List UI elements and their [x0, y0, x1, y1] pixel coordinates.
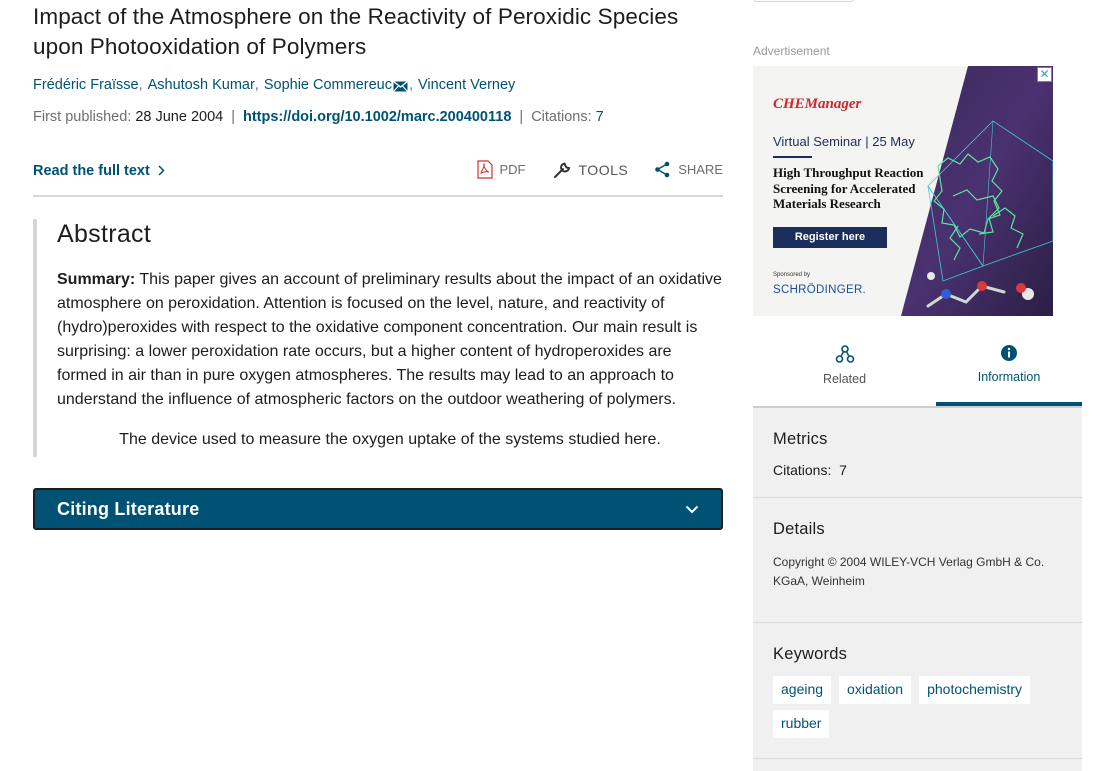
abstract-summary: Summary: This paper gives an account of … [57, 268, 723, 412]
pdf-label: PDF [499, 162, 526, 177]
ad-headline: High Throughput Reaction Screening for A… [773, 165, 924, 211]
article-main: Impact of the Atmosphere on the Reactivi… [33, 0, 723, 530]
ad-brand: CHEManager [773, 96, 862, 112]
wrench-icon [553, 161, 570, 178]
tab-information-label: Information [977, 370, 1041, 384]
article-actions: Read the full text PDF TOOLS SHARE [33, 160, 723, 182]
article-title: Impact of the Atmosphere on the Reactivi… [33, 4, 679, 59]
citing-literature-label: Citing Literature [57, 498, 200, 519]
read-full-text-label: Read the full text [33, 163, 150, 179]
keyword-tag[interactable]: ageing [773, 676, 832, 704]
separator: | [231, 109, 235, 125]
ad-underline [773, 156, 812, 158]
keyword-list: ageing oxidation photochemistry rubber [773, 676, 1062, 738]
figure-caption: The device used to measure the oxygen up… [119, 431, 661, 448]
doi-link[interactable]: https://doi.org/10.1002/marc.200400118 [243, 109, 511, 125]
summary-label: Summary: [57, 271, 136, 288]
sidebar-tabs: Related Information [753, 344, 1082, 406]
read-full-text-link[interactable]: Read the full text [33, 163, 165, 179]
tools-label: TOOLS [578, 161, 629, 178]
pdf-icon [476, 160, 493, 179]
close-icon[interactable]: ✕ [1037, 67, 1052, 82]
keywords-section: Keywords ageing oxidation photochemistry… [753, 623, 1082, 759]
publication-info: First published: 28 June 2004 | https://… [33, 109, 723, 125]
summary-text: This paper gives an account of prelimina… [57, 271, 722, 408]
tab-related[interactable]: Related [753, 344, 936, 406]
keywords-heading: Keywords [773, 645, 848, 663]
copyright-text: Copyright © 2004 WILEY-VCH Verlag GmbH &… [773, 555, 1045, 588]
mail-icon[interactable] [393, 80, 408, 92]
keyword-tag[interactable]: photochemistry [919, 676, 1031, 704]
chevron-down-icon [685, 505, 699, 513]
citing-literature-accordion[interactable]: Citing Literature [33, 488, 723, 530]
information-panel: Metrics Citations: 7 Details Copyright ©… [753, 406, 1082, 771]
ad-event: Virtual Seminar | 25 May [773, 134, 915, 149]
keyword-tag[interactable]: rubber [773, 710, 830, 738]
ad-sponsor-logo: SCHRÖDINGER. [773, 284, 867, 296]
top-button-stub[interactable] [753, 0, 854, 2]
author-separator: , [138, 77, 143, 93]
toolbar: PDF TOOLS SHARE [451, 160, 723, 179]
keyword-tag[interactable]: oxidation [839, 676, 912, 704]
tab-related-label: Related [822, 372, 867, 386]
author-link-2[interactable]: Ashutosh Kumar [148, 77, 255, 93]
ad-register-button[interactable]: Register here [773, 227, 887, 248]
advertisement-label: Advertisement [753, 44, 830, 58]
citations-label: Citations: [531, 109, 592, 125]
author-separator: , [254, 77, 259, 93]
metrics-section: Metrics Citations: 7 [753, 408, 1082, 498]
tab-information[interactable]: Information [936, 344, 1082, 406]
abstract-heading: Abstract [57, 220, 152, 248]
pdf-button[interactable]: PDF [476, 160, 526, 179]
separator: | [519, 109, 524, 125]
related-icon [835, 345, 854, 363]
author-link-3[interactable]: Sophie Commereuc [264, 77, 392, 93]
details-heading: Details [773, 520, 825, 538]
ad-sponsored-label: Sponsored by [773, 272, 811, 278]
author-list: Frédéric Fraïsse, Ashutosh Kumar, Sophie… [33, 77, 723, 93]
published-date: 28 June 2004 [135, 109, 224, 125]
advertisement-banner[interactable]: ✕ CHEManager Virtual Seminar | 25 May Hi… [753, 66, 1053, 316]
author-separator: , [408, 77, 414, 93]
author-link-1[interactable]: Frédéric Fraïsse [33, 77, 139, 93]
abstract-section: Abstract Summary: This paper gives an ac… [33, 219, 723, 457]
author-link-4[interactable]: Vincent Verney [418, 77, 515, 93]
published-label: First published: [33, 109, 132, 125]
citations-count[interactable]: 7 [596, 109, 604, 125]
info-icon [1001, 345, 1017, 361]
metrics-citations[interactable]: Citations: 7 [773, 462, 1062, 478]
metrics-heading: Metrics [773, 430, 828, 448]
share-label: SHARE [678, 162, 723, 177]
section-divider [33, 195, 723, 197]
share-icon [655, 161, 670, 178]
tools-button[interactable]: TOOLS [552, 161, 629, 179]
details-section: Details Copyright © 2004 WILEY-VCH Verla… [753, 498, 1082, 623]
chevron-right-icon [158, 163, 165, 179]
share-button[interactable]: SHARE [654, 161, 723, 178]
